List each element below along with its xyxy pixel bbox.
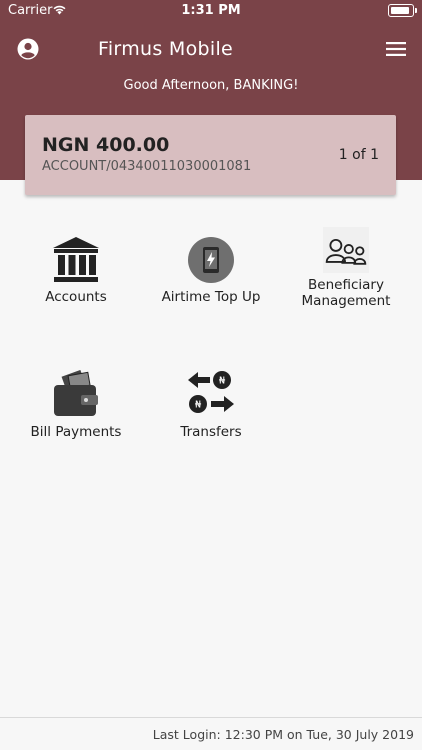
transfer-arrows-icon: ₦ ₦	[188, 371, 234, 413]
greeting-text: Good Afternoon, BANKING!	[123, 78, 299, 93]
bank-icon	[53, 237, 99, 282]
profile-icon[interactable]	[17, 38, 39, 60]
bill-payments-tile[interactable]: Bill Payments	[6, 370, 146, 440]
beneficiary-label: Beneficiary Management	[276, 277, 416, 309]
clock: 1:31 PM	[181, 3, 241, 18]
navbar: Firmus Mobile	[0, 30, 422, 70]
account-number: ACCOUNT/04340011030001081	[42, 159, 252, 174]
airtime-label: Airtime Top Up	[161, 289, 261, 305]
card-pager: 1 of 1	[338, 147, 379, 163]
footer-divider	[0, 717, 422, 718]
beneficiary-tile[interactable]: Beneficiary Management	[276, 227, 416, 309]
transfers-tile[interactable]: ₦ ₦ Transfers	[141, 370, 281, 440]
accounts-label: Accounts	[45, 289, 107, 305]
battery-icon	[388, 4, 417, 17]
beneficiary-label-line1: Beneficiary	[308, 277, 384, 293]
status-bar: Carrier 1:31 PM	[0, 0, 422, 22]
bill-payments-label: Bill Payments	[30, 424, 122, 440]
beneficiary-label-line2: Management	[301, 293, 391, 309]
account-card[interactable]: NGN 400.00 ACCOUNT/04340011030001081 1 o…	[25, 115, 396, 195]
phone-topup-icon	[188, 237, 234, 283]
menu-icon[interactable]	[386, 42, 406, 56]
transfers-label: Transfers	[180, 424, 242, 440]
group-icon	[323, 227, 369, 273]
wallet-icon	[54, 370, 98, 416]
last-login-text: Last Login: 12:30 PM on Tue, 30 July 201…	[152, 727, 414, 742]
svg-text:₦: ₦	[195, 400, 202, 411]
accounts-tile[interactable]: Accounts	[6, 235, 146, 305]
airtime-tile[interactable]: Airtime Top Up	[141, 235, 281, 305]
account-balance: NGN 400.00	[42, 134, 170, 156]
app-title: Firmus Mobile	[98, 38, 234, 60]
svg-text:₦: ₦	[219, 376, 226, 387]
